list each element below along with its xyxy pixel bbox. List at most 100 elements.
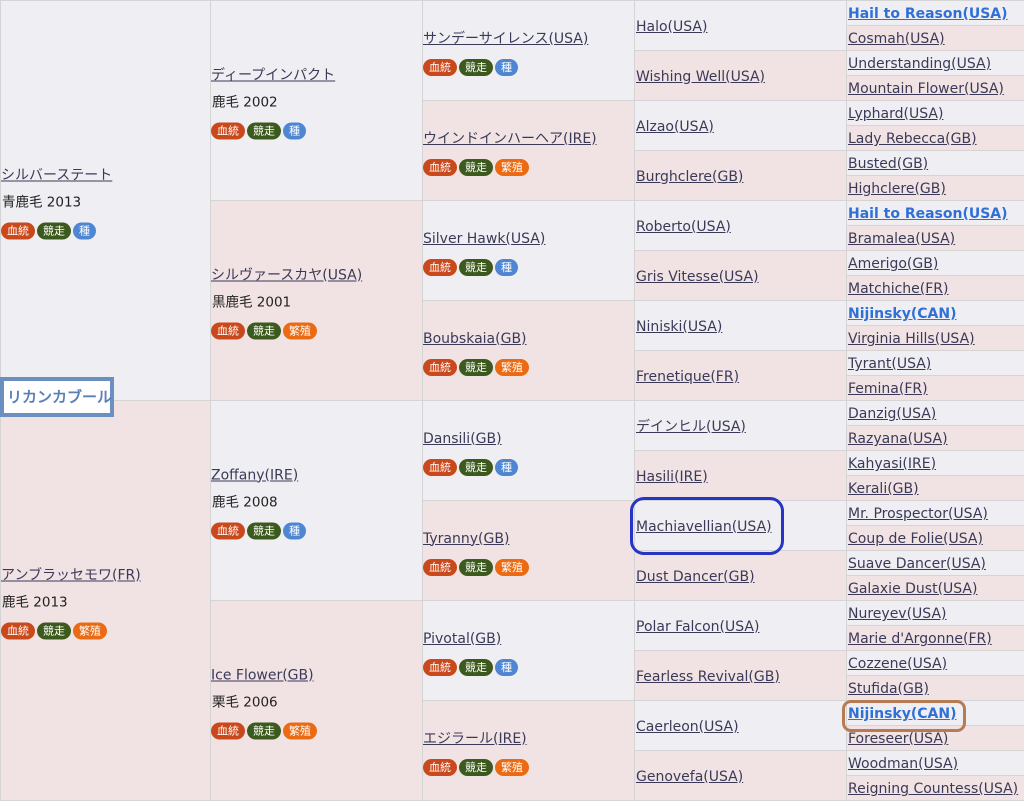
badge-shu[interactable]: 種 [283, 122, 306, 139]
badge-kyoso[interactable]: 競走 [247, 322, 281, 339]
badge-shu[interactable]: 種 [73, 222, 96, 239]
badge-ketto[interactable]: 血統 [211, 122, 245, 139]
horse-link[interactable]: Galaxie Dust(USA) [847, 580, 977, 598]
horse-link[interactable]: Amerigo(GB) [847, 255, 938, 273]
horse-link[interactable]: Roberto(USA) [635, 218, 731, 236]
horse-link[interactable]: Pivotal(GB) [423, 630, 501, 648]
horse-link[interactable]: Burghclere(GB) [635, 168, 743, 186]
badge-kyoso[interactable]: 競走 [459, 158, 493, 176]
badge-hanshoku[interactable]: 繁殖 [495, 558, 529, 576]
badge-ketto[interactable]: 血統 [423, 158, 457, 176]
horse-link[interactable]: ウインドインハーヘア(IRE) [423, 130, 597, 148]
badge-shu[interactable]: 種 [495, 658, 518, 676]
badge-ketto[interactable]: 血統 [423, 658, 457, 676]
badge-kyoso[interactable]: 競走 [247, 722, 281, 739]
badge-ketto[interactable]: 血統 [211, 722, 245, 739]
horse-link[interactable]: Machiavellian(USA) [635, 518, 772, 536]
badge-shu[interactable]: 種 [495, 258, 518, 276]
badge-kyoso[interactable]: 競走 [37, 222, 71, 239]
badge-kyoso[interactable]: 競走 [459, 758, 493, 776]
badge-kyoso[interactable]: 競走 [247, 122, 281, 139]
horse-link[interactable]: Mountain Flower(USA) [847, 80, 1004, 98]
badge-shu[interactable]: 種 [283, 522, 306, 539]
horse-link[interactable]: Nureyev(USA) [847, 605, 947, 623]
horse-link[interactable]: Polar Falcon(USA) [635, 618, 759, 636]
horse-link[interactable]: Kerali(GB) [847, 480, 919, 498]
badge-ketto[interactable]: 血統 [423, 258, 457, 276]
badge-kyoso[interactable]: 競走 [459, 358, 493, 376]
horse-link[interactable]: Mr. Prospector(USA) [847, 505, 988, 523]
horse-link[interactable]: Virginia Hills(USA) [847, 330, 975, 348]
horse-link[interactable]: Danzig(USA) [847, 405, 936, 423]
horse-link[interactable]: ディープインパクト [211, 66, 335, 84]
badge-ketto[interactable]: 血統 [211, 322, 245, 339]
horse-link[interactable]: シルバーステート [1, 166, 112, 184]
badge-hanshoku[interactable]: 繁殖 [495, 358, 529, 376]
horse-link[interactable]: Femina(FR) [847, 380, 928, 398]
badge-kyoso[interactable]: 競走 [37, 622, 71, 639]
badge-ketto[interactable]: 血統 [1, 222, 35, 239]
horse-link[interactable]: Genovefa(USA) [635, 768, 743, 786]
horse-link[interactable]: Gris Vitesse(USA) [635, 268, 759, 286]
horse-link[interactable]: Hasili(IRE) [635, 468, 708, 486]
horse-link[interactable]: Boubskaia(GB) [423, 330, 527, 348]
horse-link[interactable]: Niniski(USA) [635, 318, 722, 336]
horse-link[interactable]: Alzao(USA) [635, 118, 714, 136]
horse-link[interactable]: Tyranny(GB) [423, 530, 509, 548]
horse-link[interactable]: Bramalea(USA) [847, 230, 955, 248]
badge-ketto[interactable]: 血統 [423, 758, 457, 776]
badge-ketto[interactable]: 血統 [1, 622, 35, 639]
badge-kyoso[interactable]: 競走 [247, 522, 281, 539]
horse-link[interactable]: Caerleon(USA) [635, 718, 739, 736]
horse-link[interactable]: Hail to Reason(USA) [847, 5, 1008, 23]
horse-link[interactable]: Dust Dancer(GB) [635, 568, 755, 586]
horse-link[interactable]: Cozzene(USA) [847, 655, 947, 673]
horse-link[interactable]: サンデーサイレンス(USA) [423, 30, 588, 48]
badge-ketto[interactable]: 血統 [423, 458, 457, 476]
horse-link[interactable]: Fearless Revival(GB) [635, 668, 780, 686]
horse-link[interactable]: Dansili(GB) [423, 430, 502, 448]
horse-link[interactable]: Nijinsky(CAN) [847, 305, 956, 323]
badge-shu[interactable]: 種 [495, 458, 518, 476]
horse-link[interactable]: Woodman(USA) [847, 755, 958, 773]
badge-ketto[interactable]: 血統 [423, 58, 457, 76]
horse-link[interactable]: Frenetique(FR) [635, 368, 739, 386]
horse-link[interactable]: Busted(GB) [847, 155, 928, 173]
badge-hanshoku[interactable]: 繁殖 [283, 722, 317, 739]
horse-link[interactable]: Nijinsky(CAN) [847, 705, 956, 723]
horse-link[interactable]: Understanding(USA) [847, 55, 991, 73]
horse-link[interactable]: デインヒル(USA) [635, 418, 746, 436]
badge-ketto[interactable]: 血統 [423, 358, 457, 376]
horse-link[interactable]: Ice Flower(GB) [211, 666, 314, 684]
horse-link[interactable]: Reigning Countess(USA) [847, 780, 1018, 798]
badge-kyoso[interactable]: 競走 [459, 258, 493, 276]
badge-hanshoku[interactable]: 繁殖 [495, 158, 529, 176]
badge-kyoso[interactable]: 競走 [459, 658, 493, 676]
horse-link[interactable]: Matchiche(FR) [847, 280, 949, 298]
horse-link[interactable]: Kahyasi(IRE) [847, 455, 936, 473]
badge-kyoso[interactable]: 競走 [459, 558, 493, 576]
horse-link[interactable]: Lyphard(USA) [847, 105, 943, 123]
horse-link[interactable]: シルヴァースカヤ(USA) [211, 266, 362, 284]
horse-link[interactable]: Stufida(GB) [847, 680, 929, 698]
horse-link[interactable]: Coup de Folie(USA) [847, 530, 983, 548]
badge-ketto[interactable]: 血統 [423, 558, 457, 576]
horse-link[interactable]: Lady Rebecca(GB) [847, 130, 977, 148]
horse-link[interactable]: Wishing Well(USA) [635, 68, 765, 86]
badge-hanshoku[interactable]: 繁殖 [495, 758, 529, 776]
badge-hanshoku[interactable]: 繁殖 [283, 322, 317, 339]
horse-link[interactable]: エジラール(IRE) [423, 730, 527, 748]
horse-link[interactable]: Zoffany(IRE) [211, 466, 298, 484]
horse-link[interactable]: Highclere(GB) [847, 180, 946, 198]
horse-link[interactable]: Hail to Reason(USA) [847, 205, 1008, 223]
horse-link[interactable]: Razyana(USA) [847, 430, 948, 448]
badge-kyoso[interactable]: 競走 [459, 458, 493, 476]
badge-shu[interactable]: 種 [495, 58, 518, 76]
horse-link[interactable]: Silver Hawk(USA) [423, 230, 545, 248]
horse-link[interactable]: Marie d'Argonne(FR) [847, 630, 992, 648]
badge-ketto[interactable]: 血統 [211, 522, 245, 539]
horse-link[interactable]: Tyrant(USA) [847, 355, 931, 373]
horse-link[interactable]: Suave Dancer(USA) [847, 555, 986, 573]
horse-link[interactable]: Foreseer(USA) [847, 730, 948, 748]
badge-kyoso[interactable]: 競走 [459, 58, 493, 76]
